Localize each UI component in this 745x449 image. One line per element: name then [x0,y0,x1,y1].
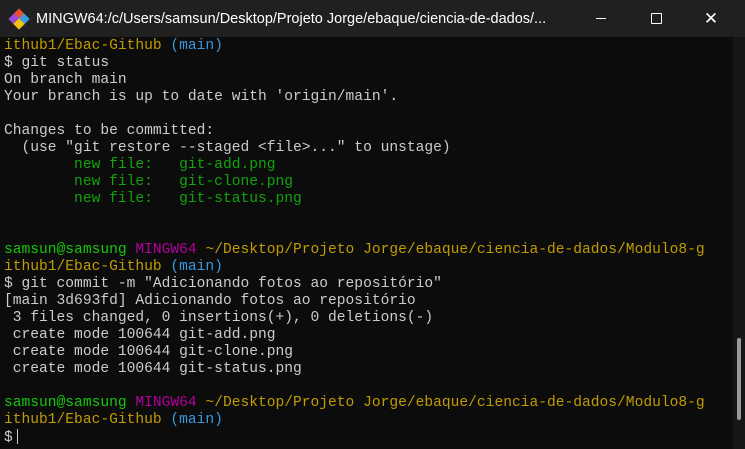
terminal-text: (use "git restore --staged <file>..." to… [4,140,451,156]
terminal-text: MINGW64 [135,395,206,411]
terminal-text: new file: git-status.png [4,191,302,207]
terminal-text: MINGW64 [135,242,206,258]
title-bar[interactable]: MINGW64:/c/Users/samsun/Desktop/Projeto … [0,0,745,37]
terminal-text: $ [4,430,13,446]
terminal-line: new file: git-clone.png [4,174,705,191]
maximize-icon [650,13,662,24]
terminal-text: ithub1/Ebac-Github [4,259,162,275]
terminal-text: ~/Desktop/Projeto Jorge/ebaque/ciencia-d… [205,395,705,411]
terminal-text: On branch main [4,72,127,88]
terminal-line: $ git status [4,55,705,72]
terminal-text: samsun@samsung [4,395,136,411]
terminal-line: ithub1/Ebac-Github (main) [4,38,705,55]
close-icon: ✕ [703,8,719,29]
terminal-text: (main) [161,412,223,428]
git-bash-icon [8,7,30,30]
terminal-line: new file: git-add.png [4,157,705,174]
terminal-line: ithub1/Ebac-Github (main) [4,412,705,429]
window-title: MINGW64:/c/Users/samsun/Desktop/Projeto … [36,10,547,27]
scrollbar-thumb[interactable] [737,338,741,420]
terminal-text: create mode 100644 git-status.png [4,361,302,377]
terminal-lines: ithub1/Ebac-Github (main) $ git status On … [4,38,705,446]
minimize-icon [596,18,606,19]
terminal-text: (main) [161,259,223,275]
terminal-text: Changes to be committed: [4,123,215,139]
terminal-line: Your branch is up to date with 'origin/m… [4,89,705,106]
vertical-scrollbar[interactable] [733,37,745,449]
terminal-line: create mode 100644 git-clone.png [4,344,705,361]
terminal-text: ithub1/Ebac-Github [4,412,162,428]
terminal-line: $ git commit -m "Adicionando fotos ao re… [4,276,705,293]
terminal-text: 3 files changed, 0 insertions(+), 0 dele… [4,310,434,326]
maximize-button[interactable] [633,0,679,37]
terminal-line: (use "git restore --staged <file>..." to… [4,140,705,157]
terminal-text: Your branch is up to date with 'origin/m… [4,89,399,105]
terminal-line: create mode 100644 git-add.png [4,327,705,344]
close-button[interactable]: ✕ [688,0,734,37]
terminal-line: On branch main [4,72,705,89]
terminal-text: samsun@samsung [4,242,136,258]
terminal-text: new file: git-clone.png [4,174,294,190]
terminal-line: [main 3d693fd] Adicionando fotos ao repo… [4,293,705,310]
terminal-text: $ git status [4,55,110,71]
terminal-line: samsun@samsung MINGW64 ~/Desktop/Projeto… [4,242,705,259]
text-cursor [16,429,18,444]
terminal-text: new file: git-add.png [4,157,276,173]
terminal-output[interactable]: ithub1/Ebac-Github (main) $ git status On … [0,37,733,449]
terminal-text: ithub1/Ebac-Github [4,38,162,54]
terminal-text: create mode 100644 git-clone.png [4,344,294,360]
terminal-line: $ [4,429,705,446]
terminal-line: new file: git-status.png [4,191,705,208]
terminal-text: (main) [161,38,223,54]
terminal-line: samsun@samsung MINGW64 ~/Desktop/Projeto… [4,395,705,412]
terminal-text: $ git commit -m "Adicionando fotos ao re… [4,276,442,292]
terminal-text: create mode 100644 git-add.png [4,327,276,343]
terminal-line: ithub1/Ebac-Github (main) [4,259,705,276]
terminal-text: [main 3d693fd] Adicionando fotos ao repo… [4,293,416,309]
terminal-text: ~/Desktop/Projeto Jorge/ebaque/ciencia-d… [205,242,705,258]
terminal-line: Changes to be committed: [4,123,705,140]
terminal-line: create mode 100644 git-status.png [4,361,705,378]
minimize-button[interactable] [578,0,624,37]
terminal-line: 3 files changed, 0 insertions(+), 0 dele… [4,310,705,327]
